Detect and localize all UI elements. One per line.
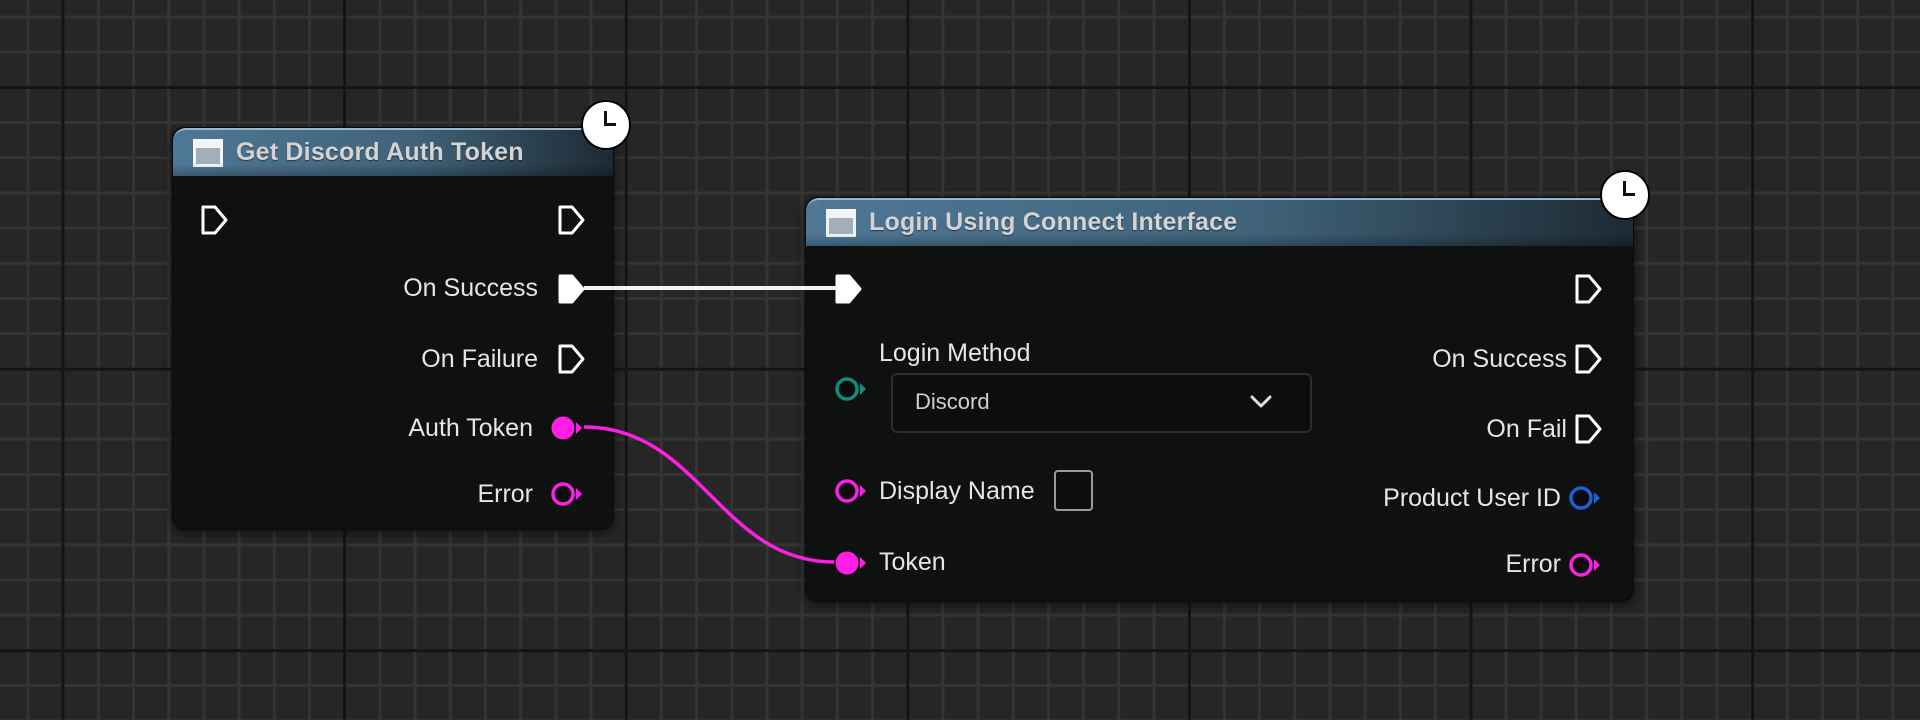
string-wire[interactable]	[583, 425, 835, 564]
wires-layer	[583, 286, 836, 564]
